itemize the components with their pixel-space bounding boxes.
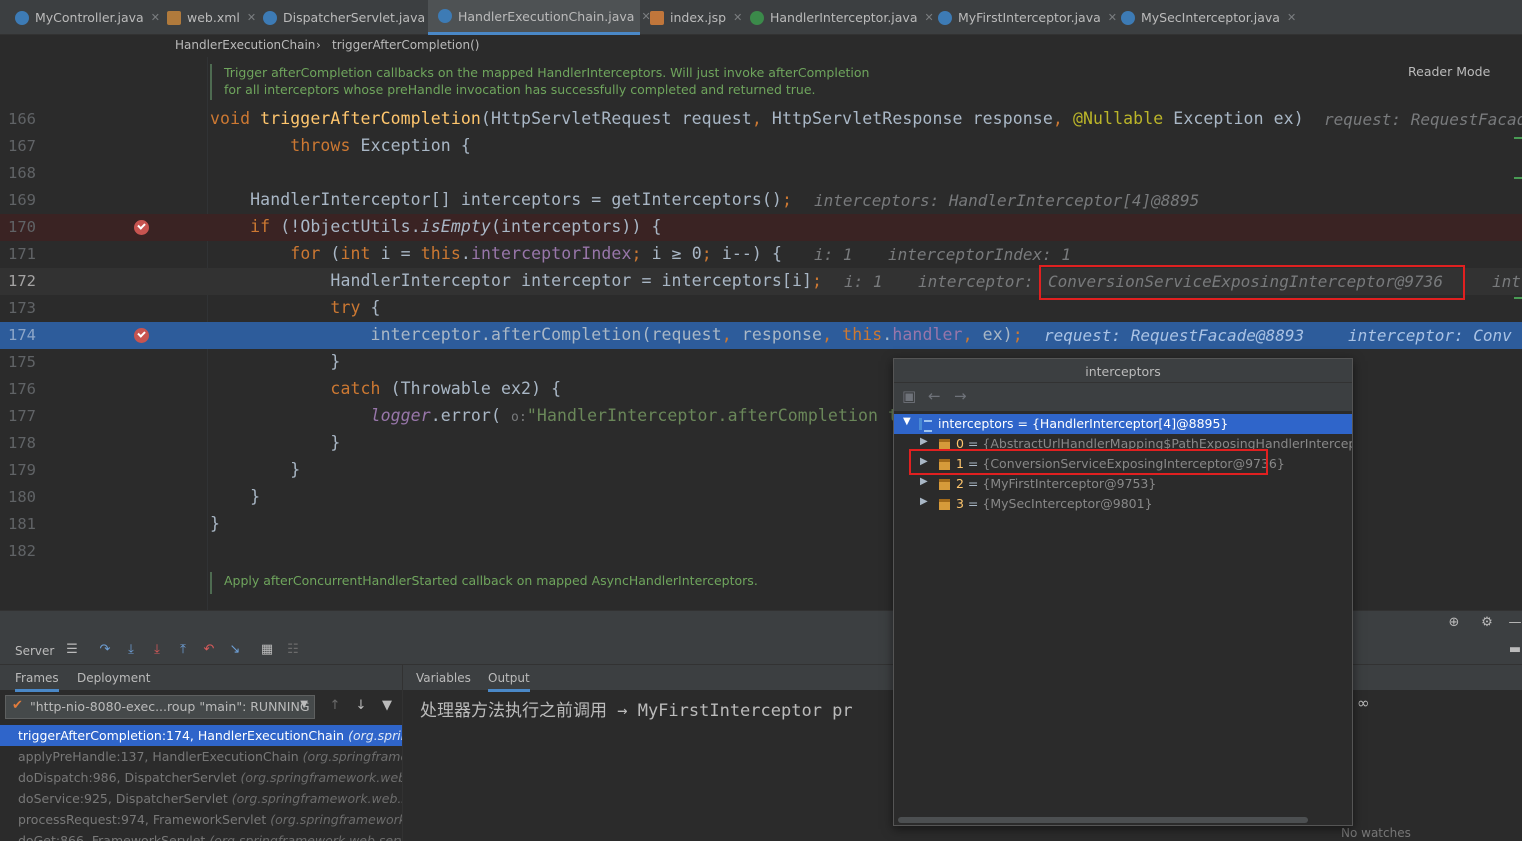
step-into-icon[interactable]: ⤓: [124, 643, 138, 657]
class-icon: [438, 9, 452, 23]
trace-icon[interactable]: ☷: [286, 643, 300, 657]
check-icon: ✔: [12, 698, 23, 713]
inline-hint: i: 1: [814, 245, 853, 264]
step-over-icon[interactable]: ↷: [98, 643, 112, 657]
class-icon: [263, 10, 277, 25]
list-icon: [919, 418, 932, 432]
step-out-icon[interactable]: ⤒: [176, 643, 190, 657]
tab-handlerexecutionchain[interactable]: HandlerExecutionChain.java ✕: [428, 0, 651, 35]
code-line-168[interactable]: 168: [0, 160, 1522, 187]
console-output: 处理器方法执行之前调用 → MyFirstInterceptor pr: [420, 701, 853, 721]
code-line-171[interactable]: 171 for (int i = this.interceptorIndex; …: [0, 241, 1522, 268]
frames-list: triggerAfterCompletion:174, HandlerExecu…: [0, 723, 402, 841]
frame-item[interactable]: doGet:866, FrameworkServlet (org.springf…: [0, 830, 402, 841]
class-icon: [938, 10, 952, 25]
pin-icon[interactable]: ▣: [902, 387, 916, 405]
inline-hint: interceptorIndex: 1: [888, 245, 1072, 264]
inline-hint: request: RequestFacade@8893: [1044, 326, 1305, 345]
code-line-174-execution-point[interactable]: 174 interceptor.afterCompletion(request,…: [0, 322, 1522, 349]
tree-node-root[interactable]: ▼ interceptors = {HandlerInterceptor[4]@…: [894, 414, 1352, 434]
reader-mode-button[interactable]: Reader Mode: [1408, 64, 1490, 79]
horizontal-scrollbar[interactable]: [898, 817, 1308, 823]
breakpoint-icon[interactable]: [134, 220, 149, 235]
breadcrumb-method[interactable]: triggerAfterCompletion(): [332, 38, 479, 52]
no-watches-label: No watches: [1341, 826, 1411, 840]
jsp-file-icon: [650, 10, 664, 25]
breadcrumb-separator: ›: [316, 38, 321, 52]
frame-item[interactable]: applyPreHandle:137, HandlerExecutionChai…: [0, 746, 402, 767]
highlight-box: [909, 449, 1268, 475]
tree-node-item[interactable]: ▶ 2 = {MyFirstInterceptor@9753}: [894, 474, 1352, 494]
tab-frames[interactable]: Frames: [15, 671, 59, 692]
xml-file-icon: [167, 10, 181, 25]
watch-icon[interactable]: ∞: [1357, 694, 1370, 712]
menu-icon[interactable]: ☰: [65, 643, 79, 657]
inline-hint: i: 1: [844, 272, 883, 291]
interface-icon: [750, 10, 764, 25]
minimize-icon[interactable]: —: [1508, 616, 1522, 630]
breadcrumb-class[interactable]: HandlerExecutionChain: [175, 38, 315, 52]
target-icon[interactable]: ⊕: [1447, 616, 1461, 630]
back-icon[interactable]: ←: [928, 387, 941, 405]
frame-item[interactable]: doService:925, DispatcherServlet (org.sp…: [0, 788, 402, 809]
variable-inspect-popup: interceptors ▣ ← → ▼ interceptors = {Han…: [893, 358, 1353, 826]
code-line-166[interactable]: 166 void triggerAfterCompletion(HttpServ…: [0, 106, 1522, 133]
field-icon: [939, 499, 950, 510]
arrow-up-icon[interactable]: ↑: [328, 699, 342, 713]
evaluate-icon[interactable]: ▦: [260, 643, 274, 657]
force-step-into-icon[interactable]: ⤓: [150, 643, 164, 657]
close-icon[interactable]: ✕: [1287, 11, 1296, 24]
editor-tab-bar: MyController.java ✕ web.xml ✕ DispatcherSe…: [0, 0, 1522, 35]
field-icon: [939, 479, 950, 490]
tab-dispatcherservlet[interactable]: DispatcherServlet.java✕: [253, 0, 441, 35]
filter-icon[interactable]: ▼: [380, 699, 394, 713]
tab-handlerinterceptor[interactable]: HandlerInterceptor.java ✕: [740, 0, 934, 35]
tab-index-jsp[interactable]: index.jsp ✕: [640, 0, 742, 35]
layout-icon[interactable]: ▬: [1508, 643, 1522, 657]
tab-output[interactable]: Output: [488, 671, 530, 692]
popup-title: interceptors: [894, 359, 1352, 383]
inline-hint: interceptor:: [918, 272, 1034, 291]
drop-frame-icon[interactable]: ↶: [202, 643, 216, 657]
breakpoint-icon[interactable]: [134, 328, 149, 343]
tree-node-item[interactable]: ▶ 3 = {MySecInterceptor@9801}: [894, 494, 1352, 514]
chevron-right-icon[interactable]: ▶: [920, 496, 928, 507]
code-line-167[interactable]: 167 throws Exception {: [0, 133, 1522, 160]
chevron-right-icon[interactable]: ▶: [920, 436, 928, 447]
frame-item[interactable]: triggerAfterCompletion:174, HandlerExecu…: [0, 725, 402, 746]
class-icon: [15, 10, 29, 25]
inline-hint: interceptor: Conv: [1348, 326, 1512, 345]
tab-variables[interactable]: Variables: [416, 671, 471, 685]
tab-mysecinterceptor[interactable]: MySecInterceptor.java ✕: [1111, 0, 1296, 35]
doc-comment-bottom: Apply afterConcurrentHandlerStarted call…: [210, 572, 930, 594]
arrow-down-icon[interactable]: ↓: [354, 699, 368, 713]
gear-icon[interactable]: ⚙: [1480, 616, 1494, 630]
inline-hint: int: [1492, 272, 1521, 291]
tab-web-xml[interactable]: web.xml ✕: [157, 0, 256, 35]
chevron-down-icon: ▼: [300, 699, 308, 710]
chevron-down-icon[interactable]: ▼: [903, 416, 911, 427]
doc-comment-top: Trigger afterCompletion callbacks on the…: [210, 64, 1370, 100]
frame-item[interactable]: processRequest:974, FrameworkServlet (or…: [0, 809, 402, 830]
panel-divider[interactable]: [402, 664, 403, 841]
frame-item[interactable]: doDispatch:986, DispatcherServlet (org.s…: [0, 767, 402, 788]
code-line-173[interactable]: 173 try {: [0, 295, 1522, 322]
class-icon: [1121, 10, 1135, 25]
inline-hint: request: RequestFacade@8893: [1324, 110, 1522, 129]
code-line-169[interactable]: 169 HandlerInterceptor[] interceptors = …: [0, 187, 1522, 214]
tab-mycontroller[interactable]: MyController.java ✕: [5, 0, 160, 35]
code-line-170[interactable]: 170 if (!ObjectUtils.isEmpty(interceptor…: [0, 214, 1522, 241]
thread-selector[interactable]: ✔ "http-nio-8080-exec...roup "main": RUN…: [5, 695, 315, 719]
tab-myfirstinterceptor[interactable]: MyFirstInterceptor.java ✕: [928, 0, 1117, 35]
run-to-cursor-icon[interactable]: ↘: [228, 643, 242, 657]
frames-subtabs: Frames Deployment: [0, 664, 402, 692]
inline-hint: interceptors: HandlerInterceptor[4]@8895: [814, 191, 1200, 210]
breadcrumb: HandlerExecutionChain › triggerAfterComp…: [0, 35, 1522, 57]
forward-icon[interactable]: →: [954, 387, 967, 405]
server-tab[interactable]: Server: [15, 644, 54, 658]
tab-deployment[interactable]: Deployment: [77, 671, 150, 685]
chevron-right-icon[interactable]: ▶: [920, 476, 928, 487]
popup-toolbar: ▣ ← →: [894, 383, 1352, 411]
